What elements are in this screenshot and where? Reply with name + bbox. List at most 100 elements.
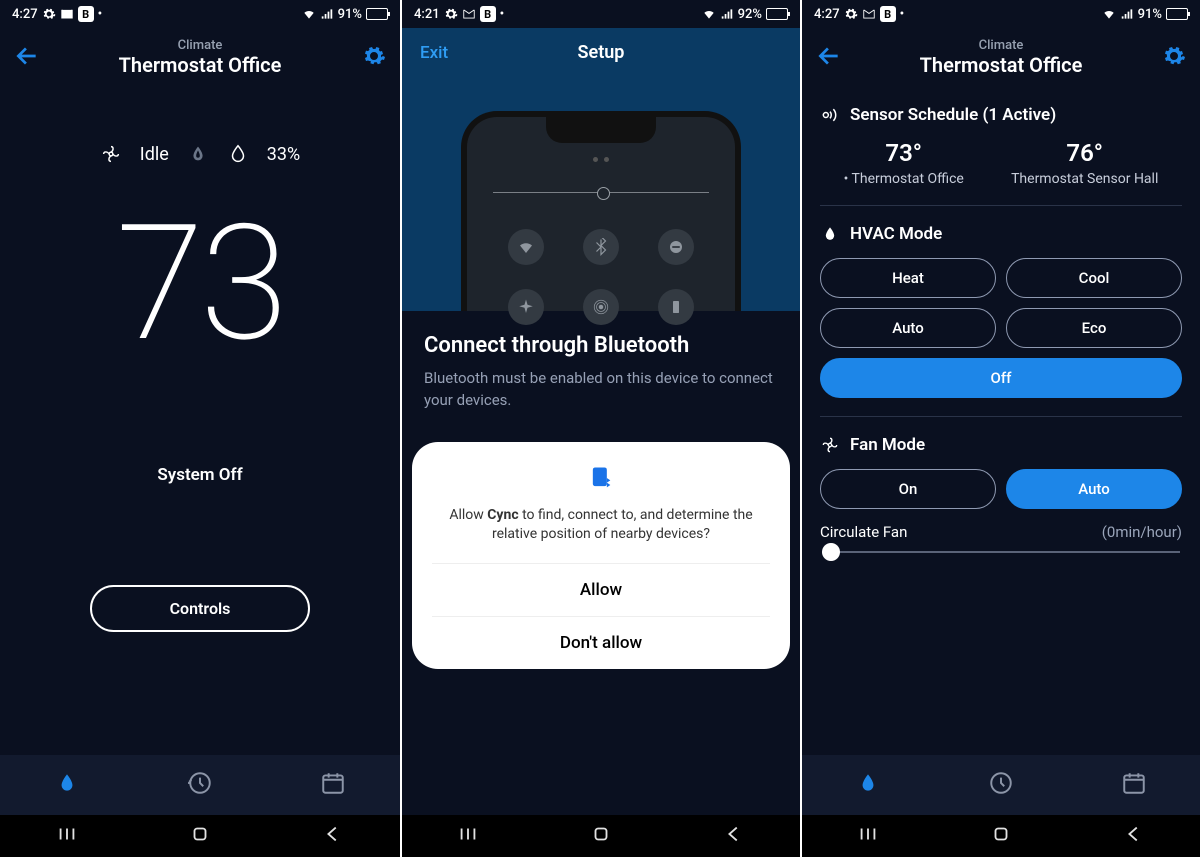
status-bar: 4:27 B • 91% xyxy=(802,0,1200,28)
battery-percent: 92% xyxy=(738,7,762,22)
status-bar: 4:27 B • 91% xyxy=(0,0,400,28)
exit-button[interactable]: Exit xyxy=(420,43,480,63)
gear-icon xyxy=(844,7,858,21)
settings-button[interactable] xyxy=(1156,44,1186,72)
fan-status: Idle xyxy=(140,144,169,165)
sensor-label: Thermostat Sensor Hall xyxy=(1011,171,1158,187)
header-eyebrow: Climate xyxy=(44,38,356,53)
tab-schedule[interactable] xyxy=(320,770,346,800)
dot-icon: • xyxy=(900,7,905,22)
back-button[interactable] xyxy=(816,43,846,73)
hvac-mode-heat[interactable]: Heat xyxy=(820,258,996,298)
signal-icon xyxy=(320,7,334,21)
logo-icon xyxy=(187,143,209,165)
battery-percent: 91% xyxy=(1138,7,1162,22)
nav-recents[interactable] xyxy=(857,823,879,849)
wifi-icon xyxy=(508,229,544,265)
battery-percent: 91% xyxy=(338,7,362,22)
nav-back[interactable] xyxy=(723,823,745,849)
gear-icon xyxy=(444,7,458,21)
nav-home[interactable] xyxy=(590,823,612,849)
dot-icon: • xyxy=(500,7,505,22)
signal-icon xyxy=(720,7,734,21)
nav-home[interactable] xyxy=(990,823,1012,849)
status-row: Idle 33% xyxy=(100,143,300,165)
battery-icon xyxy=(1166,8,1188,20)
circulate-value: (0min/hour) xyxy=(1102,523,1182,541)
battery-saver-icon xyxy=(658,289,694,325)
sensor-icon xyxy=(820,105,840,125)
logo-icon xyxy=(820,224,840,244)
gmail-icon xyxy=(462,7,476,21)
status-time: 4:27 xyxy=(12,7,38,22)
system-status: System Off xyxy=(157,465,242,485)
sensor-label: • Thermostat Office xyxy=(844,171,964,187)
status-time: 4:27 xyxy=(814,7,840,22)
battery-icon xyxy=(766,8,788,20)
app-tabbar xyxy=(0,755,400,815)
hotspot-icon xyxy=(583,289,619,325)
sensor-schedule-header[interactable]: Sensor Schedule (1 Active) xyxy=(820,105,1182,125)
app-tabbar xyxy=(802,755,1200,815)
bluetooth-heading: Connect through Bluetooth xyxy=(424,333,778,358)
nav-back[interactable] xyxy=(1123,823,1145,849)
settings-button[interactable] xyxy=(356,44,386,72)
b-badge-icon: B xyxy=(78,6,94,22)
wifi-icon xyxy=(702,7,716,21)
gear-icon xyxy=(42,7,56,21)
fan-icon xyxy=(820,435,840,455)
hvac-mode-auto[interactable]: Auto xyxy=(820,308,996,348)
b-badge-icon: B xyxy=(880,6,896,22)
wifi-icon xyxy=(1102,7,1116,21)
main-temperature: 73 xyxy=(116,205,284,365)
deny-button[interactable]: Don't allow xyxy=(432,616,770,669)
permission-text: Allow Cync to find, connect to, and dete… xyxy=(438,506,764,545)
tab-schedule[interactable] xyxy=(1121,770,1147,800)
hvac-mode-off[interactable]: Off xyxy=(820,358,1182,398)
controls-button[interactable]: Controls xyxy=(90,585,310,632)
android-navbar xyxy=(402,815,800,857)
tab-history[interactable] xyxy=(988,770,1014,800)
hvac-mode-cool[interactable]: Cool xyxy=(1006,258,1182,298)
signal-icon xyxy=(1120,7,1134,21)
fan-mode-auto[interactable]: Auto xyxy=(1006,469,1182,509)
circulate-label: Circulate Fan xyxy=(820,523,907,541)
phone-screen-thermostat-controls: 4:27 B • 91% Climate Thermostat Office S… xyxy=(800,0,1200,857)
fan-mode-on[interactable]: On xyxy=(820,469,996,509)
header-eyebrow: Climate xyxy=(846,38,1156,53)
allow-button[interactable]: Allow xyxy=(432,563,770,616)
nav-recents[interactable] xyxy=(457,823,479,849)
sensor-item[interactable]: 76° Thermostat Sensor Hall xyxy=(1011,139,1158,187)
nav-recents[interactable] xyxy=(56,823,78,849)
battery-icon xyxy=(366,8,388,20)
dot-icon: • xyxy=(98,7,103,22)
header-title: Thermostat Office xyxy=(846,53,1156,77)
hvac-mode-eco[interactable]: Eco xyxy=(1006,308,1182,348)
sensor-temp: 73° xyxy=(844,139,964,167)
tab-thermostat[interactable] xyxy=(855,770,881,800)
android-navbar xyxy=(802,815,1200,857)
sensor-temp: 76° xyxy=(1011,139,1158,167)
bluetooth-icon xyxy=(583,229,619,265)
status-time: 4:21 xyxy=(414,7,440,22)
setup-title: Setup xyxy=(480,42,782,63)
header-title: Thermostat Office xyxy=(44,53,356,77)
bluetooth-instruction: Connect through Bluetooth Bluetooth must… xyxy=(402,311,800,442)
bluetooth-body: Bluetooth must be enabled on this device… xyxy=(424,368,778,412)
tab-thermostat[interactable] xyxy=(54,770,80,800)
gmail-icon xyxy=(60,7,74,21)
circulate-slider[interactable] xyxy=(822,551,1180,553)
tab-history[interactable] xyxy=(187,770,213,800)
phone-screen-bluetooth-setup: 4:21 B • 92% Exit Setup xyxy=(400,0,800,857)
droplet-icon xyxy=(227,143,249,165)
app-header: Climate Thermostat Office xyxy=(0,28,400,83)
humidity-value: 33% xyxy=(267,144,300,165)
nav-home[interactable] xyxy=(189,823,211,849)
b-badge-icon: B xyxy=(480,6,496,22)
dnd-icon xyxy=(658,229,694,265)
back-button[interactable] xyxy=(14,43,44,73)
wifi-icon xyxy=(302,7,316,21)
sensor-item[interactable]: 73° • Thermostat Office xyxy=(844,139,964,187)
nav-back[interactable] xyxy=(322,823,344,849)
phone-illustration xyxy=(461,111,741,311)
